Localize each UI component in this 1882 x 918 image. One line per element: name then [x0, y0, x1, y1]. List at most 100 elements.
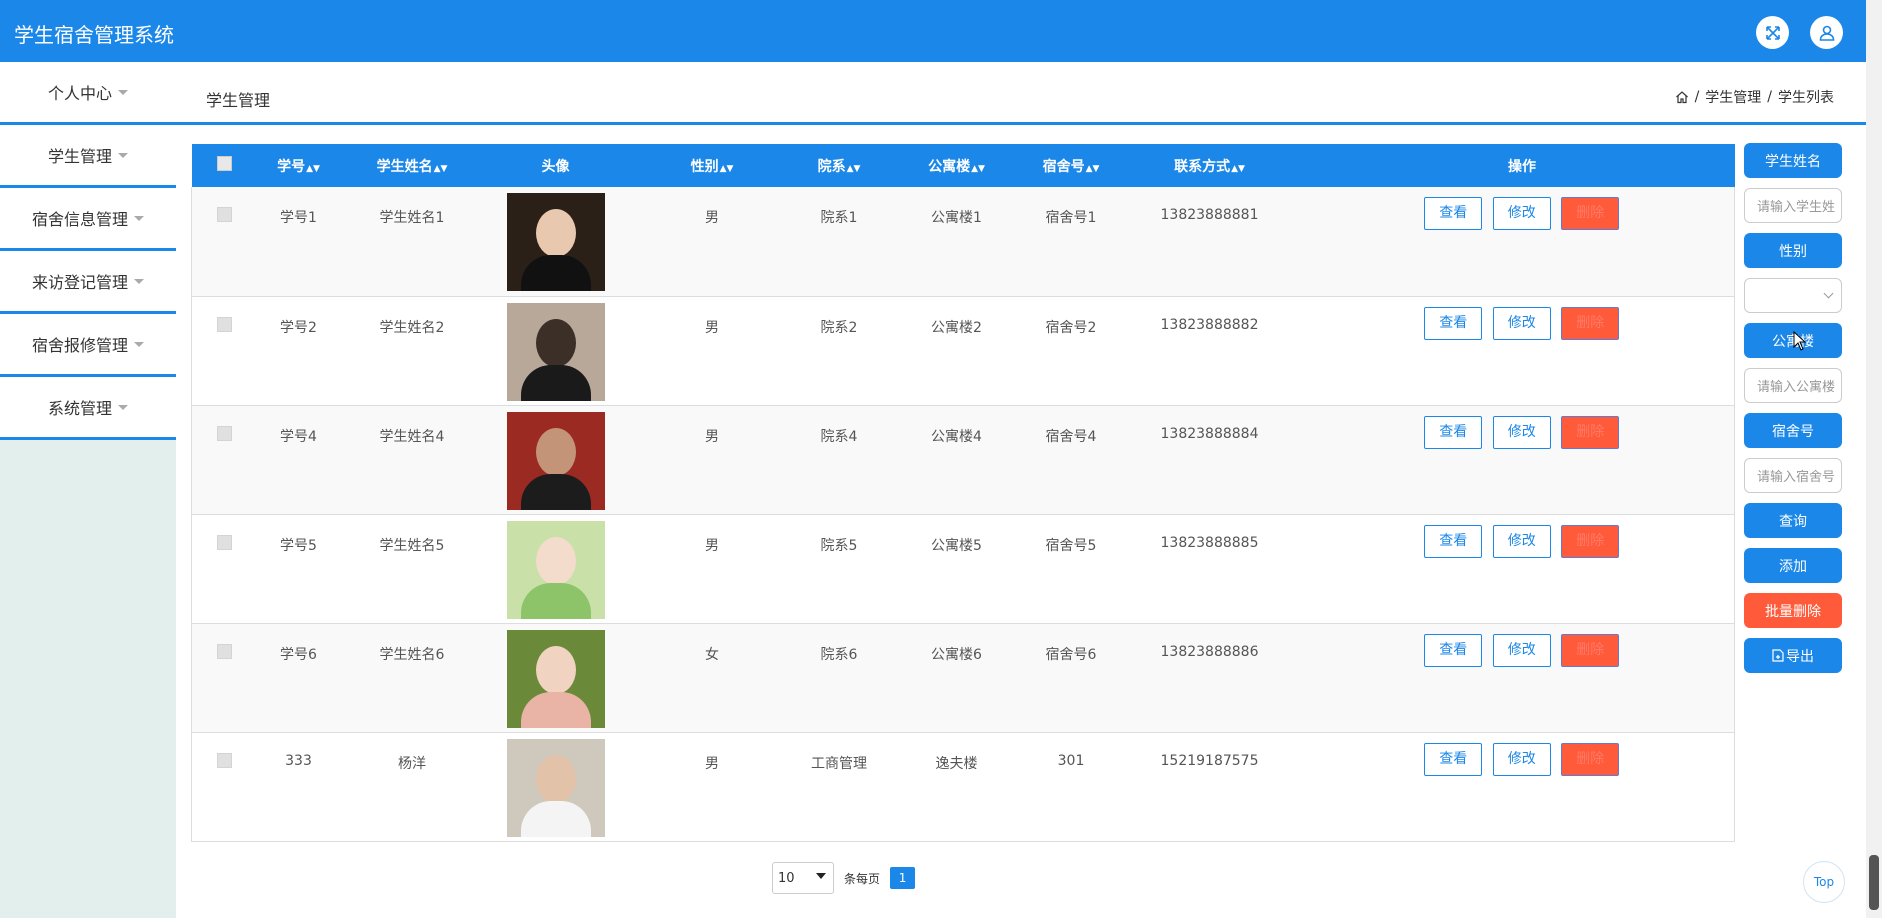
delete-button[interactable]: 删除 — [1561, 197, 1620, 230]
column-header-avatar: 头像 — [541, 158, 570, 175]
cell-room: 宿舍号5 — [1045, 537, 1097, 554]
sidebar-item-student-management[interactable]: 学生管理 — [0, 125, 176, 188]
delete-button[interactable]: 删除 — [1561, 306, 1620, 340]
cell-phone: 15219187575 — [1160, 752, 1259, 769]
caret-down-icon — [134, 215, 144, 221]
row-checkbox[interactable] — [217, 316, 233, 332]
delete-button[interactable]: 删除 — [1561, 524, 1620, 558]
view-button[interactable]: 查看 — [1424, 742, 1483, 776]
cell-name: 学生姓名1 — [379, 210, 445, 226]
column-header-gender[interactable]: 性别▲▼ — [627, 144, 798, 187]
sort-icon[interactable]: ▲▼ — [434, 164, 448, 174]
cell-gender: 男 — [705, 537, 719, 554]
delete-button[interactable]: 删除 — [1561, 415, 1620, 449]
room-input[interactable]: 请输入宿舍号 — [1744, 458, 1842, 493]
user-icon[interactable] — [1810, 16, 1843, 49]
sort-icon[interactable]: ▲▼ — [1086, 164, 1100, 174]
column-header-name[interactable]: 学生姓名▲▼ — [340, 144, 485, 187]
home-icon[interactable] — [1675, 90, 1689, 104]
caret-down-icon — [118, 404, 128, 410]
edit-button[interactable]: 修改 — [1492, 524, 1551, 558]
row-checkbox[interactable] — [217, 643, 233, 659]
sidebar-item-system-management[interactable]: 系统管理 — [0, 377, 176, 440]
chevron-down-icon — [1823, 288, 1834, 299]
row-checkbox[interactable] — [217, 752, 233, 768]
table-header-row: 学号▲▼ 学生姓名▲▼ 头像 性别▲▼ 院系▲▼ 公寓楼▲▼ 宿舍号▲▼ 联系方… — [191, 144, 1735, 187]
column-header-dept[interactable]: 院系▲▼ — [798, 144, 881, 187]
sidebar-item-repair-management[interactable]: 宿舍报修管理 — [0, 314, 176, 377]
page-number-button[interactable]: 1 — [890, 867, 916, 889]
student-name-label-button[interactable]: 学生姓名 — [1744, 143, 1842, 178]
student-name-input[interactable]: 请输入学生姓 — [1744, 188, 1842, 223]
edit-button[interactable]: 修改 — [1492, 633, 1551, 667]
column-header-phone[interactable]: 联系方式▲▼ — [1110, 144, 1310, 187]
cell-id: 学号1 — [280, 210, 317, 226]
add-button[interactable]: 添加 — [1744, 548, 1842, 583]
cell-avatar — [485, 296, 627, 405]
scrollbar-thumb[interactable] — [1869, 855, 1879, 910]
export-label: 导出 — [1786, 648, 1814, 665]
gender-select[interactable] — [1744, 278, 1842, 313]
student-avatar-image — [506, 629, 605, 728]
sidebar-item-label: 宿舍报修管理 — [31, 336, 128, 355]
cell-building: 公寓楼1 — [931, 210, 982, 226]
caret-down-icon — [816, 873, 826, 879]
view-button[interactable]: 查看 — [1424, 633, 1483, 667]
batch-delete-button[interactable]: 批量删除 — [1744, 593, 1842, 628]
caret-down-icon — [134, 341, 144, 347]
export-button[interactable]: 导出 — [1744, 638, 1842, 673]
sidebar-item-personal-center[interactable]: 个人中心 — [0, 62, 176, 125]
sort-icon[interactable]: ▲▼ — [306, 164, 320, 174]
delete-button[interactable]: 删除 — [1561, 742, 1620, 776]
row-checkbox[interactable] — [217, 534, 233, 550]
sidebar-item-label: 学生管理 — [47, 147, 112, 166]
view-button[interactable]: 查看 — [1424, 415, 1483, 449]
view-button[interactable]: 查看 — [1424, 306, 1483, 340]
cell-building: 公寓楼6 — [931, 646, 982, 663]
page-size-select[interactable]: 10 — [772, 862, 834, 894]
query-button[interactable]: 查询 — [1744, 503, 1842, 538]
edit-button[interactable]: 修改 — [1492, 742, 1551, 776]
delete-button[interactable]: 删除 — [1561, 633, 1620, 667]
gender-label-button[interactable]: 性别 — [1744, 233, 1842, 268]
top-bar: 学生宿舍管理系统 — [0, 0, 1866, 62]
edit-button[interactable]: 修改 — [1492, 197, 1551, 230]
column-header-id[interactable]: 学号▲▼ — [258, 144, 340, 187]
cell-name: 学生姓名4 — [379, 428, 445, 445]
cell-avatar — [485, 405, 627, 514]
sort-icon[interactable]: ▲▼ — [971, 164, 985, 174]
student-avatar-image — [506, 193, 605, 291]
view-button[interactable]: 查看 — [1424, 524, 1483, 558]
column-header-room[interactable]: 宿舍号▲▼ — [1033, 144, 1110, 187]
caret-down-icon — [118, 152, 128, 158]
back-to-top-button[interactable]: Top — [1803, 861, 1845, 903]
room-label-button[interactable]: 宿舍号 — [1744, 413, 1842, 448]
cell-avatar — [485, 623, 627, 732]
cell-id: 学号5 — [280, 537, 317, 554]
scrollbar[interactable] — [1866, 0, 1882, 918]
app-title: 学生宿舍管理系统 — [14, 23, 174, 47]
sidebar-item-visitor-registration[interactable]: 来访登记管理 — [0, 251, 176, 314]
student-table: 学号▲▼ 学生姓名▲▼ 头像 性别▲▼ 院系▲▼ 公寓楼▲▼ 宿舍号▲▼ 联系方… — [191, 144, 1735, 842]
export-icon — [1772, 649, 1784, 662]
edit-button[interactable]: 修改 — [1492, 306, 1551, 340]
cell-dept: 院系1 — [820, 210, 858, 226]
sort-icon[interactable]: ▲▼ — [720, 164, 734, 174]
sort-icon[interactable]: ▲▼ — [1231, 164, 1245, 174]
sort-icon[interactable]: ▲▼ — [847, 164, 861, 174]
breadcrumb-item[interactable]: 学生管理 — [1705, 87, 1761, 107]
select-all-checkbox[interactable] — [217, 156, 232, 171]
building-input[interactable]: 请输入公寓楼 — [1744, 368, 1842, 403]
caret-down-icon — [118, 89, 128, 95]
edit-button[interactable]: 修改 — [1492, 415, 1551, 449]
view-button[interactable]: 查看 — [1424, 197, 1483, 230]
sidebar-item-label: 宿舍信息管理 — [31, 210, 128, 229]
column-header-building[interactable]: 公寓楼▲▼ — [881, 144, 1033, 187]
row-checkbox[interactable] — [217, 425, 233, 441]
row-checkbox[interactable] — [217, 207, 233, 222]
fullscreen-icon[interactable] — [1756, 16, 1789, 49]
sidebar-item-dorm-info[interactable]: 宿舍信息管理 — [0, 188, 176, 251]
cell-id: 学号6 — [280, 646, 317, 663]
table-row: 学号5 学生姓名5 男 院系5 公寓楼5 宿舍号5 13823888885 查看… — [191, 514, 1735, 623]
cell-dept: 工商管理 — [811, 755, 867, 772]
